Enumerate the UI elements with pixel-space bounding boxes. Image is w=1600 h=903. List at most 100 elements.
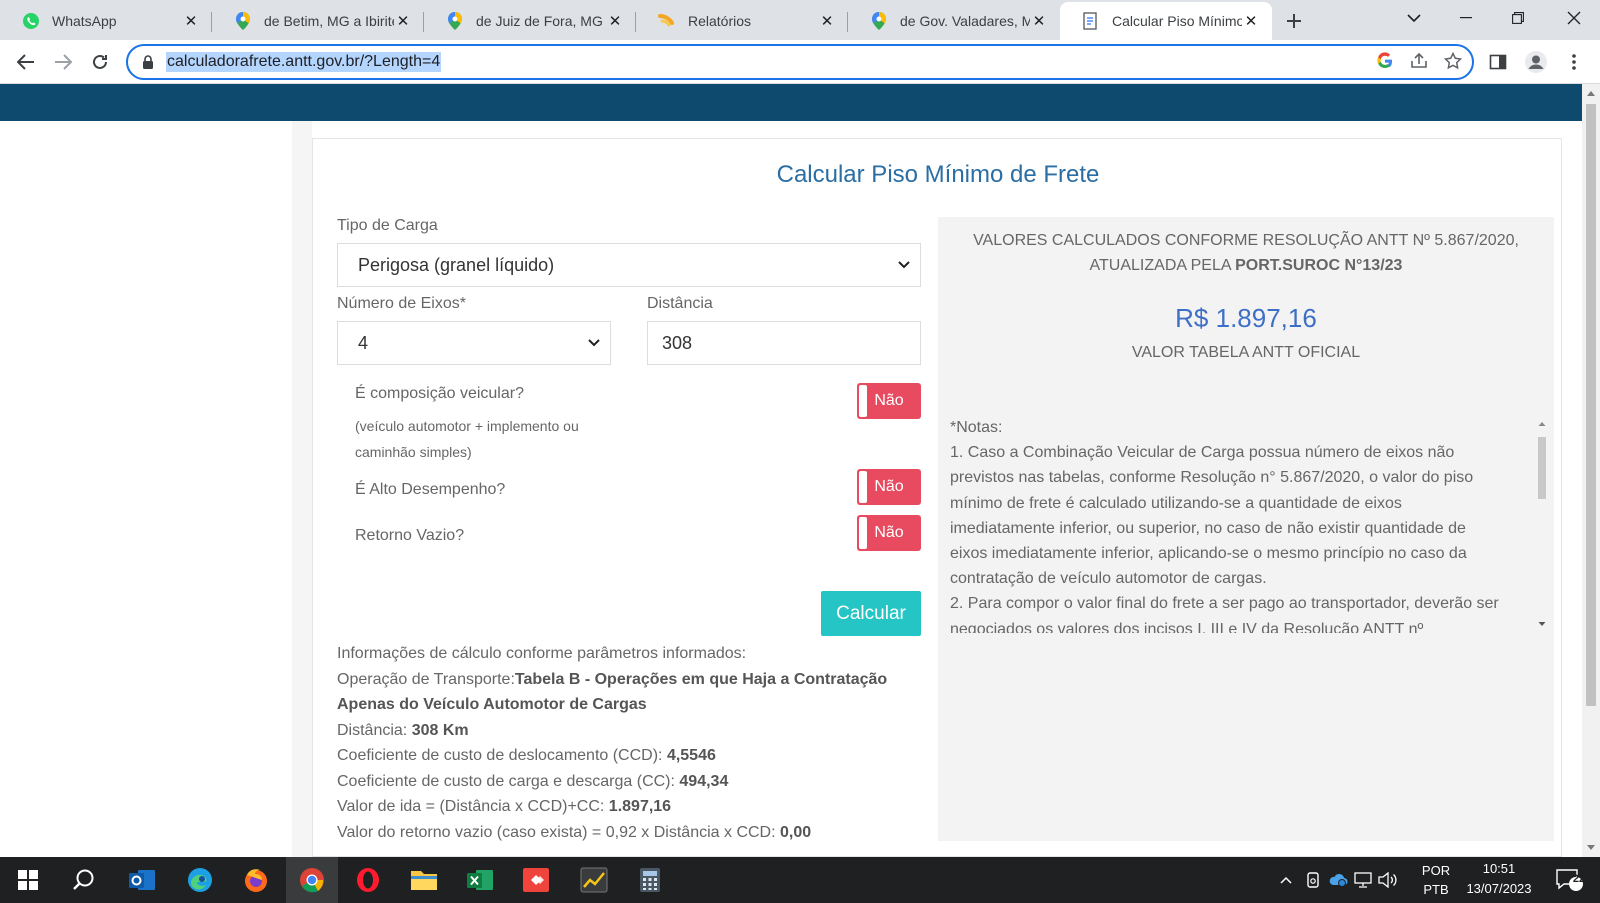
tray-overflow-button[interactable] [1274, 857, 1298, 903]
tab-betim[interactable]: de Betim, MG a Ibirité ✕ [212, 2, 424, 40]
forward-button[interactable] [49, 48, 77, 76]
ida-value: 1.897,16 [608, 798, 672, 815]
arrow-left-icon [17, 54, 34, 70]
whatsapp-icon [22, 12, 40, 30]
taskbar-excel[interactable] [454, 857, 506, 903]
taskbar-outlook[interactable] [116, 857, 168, 903]
composicao-label: É composição veicular? [355, 385, 524, 402]
retorno-label: Valor do retorno vazio (caso exista) = 0… [337, 823, 780, 841]
tab-title: de Gov. Valadares, MG [900, 13, 1030, 29]
close-tab-icon[interactable]: ✕ [606, 12, 624, 30]
close-tab-icon[interactable]: ✕ [182, 12, 200, 30]
bookmark-star-icon[interactable] [1443, 51, 1463, 75]
calculation-info: Informações de cálculo conforme parâmetr… [337, 641, 927, 845]
alto-desempenho-toggle[interactable]: Não [857, 469, 921, 505]
tray-volume[interactable] [1376, 857, 1400, 903]
tab-title: de Betim, MG a Ibirité [264, 13, 394, 29]
tab-juiz-de-fora[interactable]: de Juiz de Fora, MG a ✕ [424, 2, 636, 40]
taskbar-calculator[interactable] [624, 857, 676, 903]
taskbar-opera[interactable] [342, 857, 394, 903]
close-tab-icon[interactable]: ✕ [1030, 12, 1048, 30]
google-lens-icon[interactable] [1376, 52, 1394, 75]
taskbar-file-explorer[interactable] [398, 857, 450, 903]
tray-language[interactable]: POR PTB [1418, 861, 1454, 899]
composicao-hint-line-2: caminhão simples) [355, 444, 472, 460]
reload-icon [93, 54, 107, 69]
maps-pin-icon [234, 12, 252, 30]
back-button[interactable] [12, 48, 40, 76]
share-icon[interactable] [1410, 52, 1428, 75]
taskbar-edge[interactable] [174, 857, 226, 903]
clock-time: 10:51 [1482, 861, 1516, 876]
taskbar-chart-app[interactable] [568, 857, 620, 903]
info-ccd: Coeficiente de custo de deslocamento (CC… [337, 743, 927, 769]
browser-toolbar: calculadorafrete.antt.gov.br/?Length=4 [0, 40, 1600, 84]
address-bar[interactable]: calculadorafrete.antt.gov.br/?Length=4 [126, 44, 1474, 80]
page-scrollbar[interactable] [1582, 84, 1600, 857]
notes-scroll-thumb [1538, 437, 1546, 499]
reload-button[interactable] [86, 48, 114, 76]
trend-chart-icon [580, 867, 608, 893]
usb-device-icon [1307, 872, 1319, 888]
relatorios-icon [658, 12, 676, 30]
tab-whatsapp[interactable]: WhatsApp ✕ [0, 2, 212, 40]
new-tab-button[interactable] [1272, 2, 1316, 40]
kebab-menu-icon [1572, 54, 1576, 70]
close-tab-icon[interactable]: ✕ [818, 12, 836, 30]
tab-relatorios[interactable]: Relatórios ✕ [636, 2, 848, 40]
ccd-label: Coeficiente de custo de deslocamento (CC… [337, 747, 667, 764]
chevron-down-icon [588, 339, 600, 347]
cc-value: 494,34 [679, 772, 729, 790]
composicao-toggle-label: Não [874, 392, 904, 409]
tab-title: de Juiz de Fora, MG a [476, 13, 606, 29]
lock-icon[interactable] [142, 55, 154, 69]
result-panel: VALORES CALCULADOS CONFORME RESOLUÇÃO AN… [938, 217, 1554, 841]
tab-title: Calcular Piso Mínimo [1112, 13, 1242, 29]
info-intro: Informações de cálculo conforme parâmetr… [337, 645, 747, 662]
calculator-card: Calcular Piso Mínimo de Frete Tipo de Ca… [312, 138, 1562, 857]
minimize-button[interactable] [1448, 0, 1484, 36]
tab-gov-valadares[interactable]: de Gov. Valadares, MG ✕ [848, 2, 1060, 40]
tray-clock[interactable]: 10:51 13/07/2023 [1454, 859, 1544, 899]
cc-label: Coeficiente de custo de carga e descarga… [337, 772, 680, 790]
windows-logo-icon [18, 870, 38, 890]
retorno-vazio-toggle[interactable]: Não [857, 515, 921, 551]
composicao-hint-line-1: (veículo automotor + implemento ou [355, 418, 579, 434]
notes-scrollbar[interactable] [1534, 417, 1550, 631]
calculate-button[interactable]: Calcular [821, 591, 921, 636]
keyboard-layout: PTB [1423, 882, 1449, 897]
retorno-vazio-label: Retorno Vazio? [355, 527, 465, 544]
taskbar-firefox[interactable] [230, 857, 282, 903]
tab-calcular-piso[interactable]: Calcular Piso Mínimo ✕ [1060, 2, 1272, 40]
anydesk-icon [523, 868, 549, 892]
notification-center-button[interactable]: 22 [1550, 857, 1590, 903]
side-panel-button[interactable] [1484, 48, 1512, 76]
distance-input[interactable]: 308 [647, 321, 921, 365]
profile-button[interactable] [1522, 48, 1550, 76]
search-button[interactable] [58, 857, 110, 903]
maps-pin-icon [446, 12, 464, 30]
close-window-button[interactable] [1556, 0, 1592, 36]
tray-device-icon[interactable] [1302, 857, 1324, 903]
taskbar-chrome[interactable] [286, 857, 338, 903]
composicao-toggle[interactable]: Não [857, 383, 921, 419]
cargo-type-select[interactable]: Perigosa (granel líquido) [337, 243, 921, 287]
start-button[interactable] [2, 857, 54, 903]
notes-box[interactable]: *Notas: 1. Caso a Combinação Veicular de… [950, 415, 1534, 633]
side-panel-icon [1489, 54, 1507, 70]
close-tab-icon[interactable]: ✕ [1242, 12, 1260, 30]
axles-select[interactable]: 4 [337, 321, 611, 365]
tray-network[interactable] [1352, 857, 1374, 903]
distance-label: Distância [647, 295, 713, 312]
tab-search-button[interactable] [1396, 0, 1432, 36]
url-text[interactable]: calculadorafrete.antt.gov.br/?Length=4 [166, 52, 442, 72]
taskbar-anydesk[interactable] [510, 857, 562, 903]
tray-onedrive[interactable] [1326, 857, 1350, 903]
ccd-value: 4,5546 [666, 747, 716, 764]
site-header-bar [0, 84, 1582, 121]
volume-icon [1378, 872, 1397, 888]
menu-button[interactable] [1560, 48, 1588, 76]
restore-button[interactable] [1500, 0, 1536, 36]
page-scroll-thumb [1586, 104, 1596, 706]
close-tab-icon[interactable]: ✕ [394, 12, 412, 30]
